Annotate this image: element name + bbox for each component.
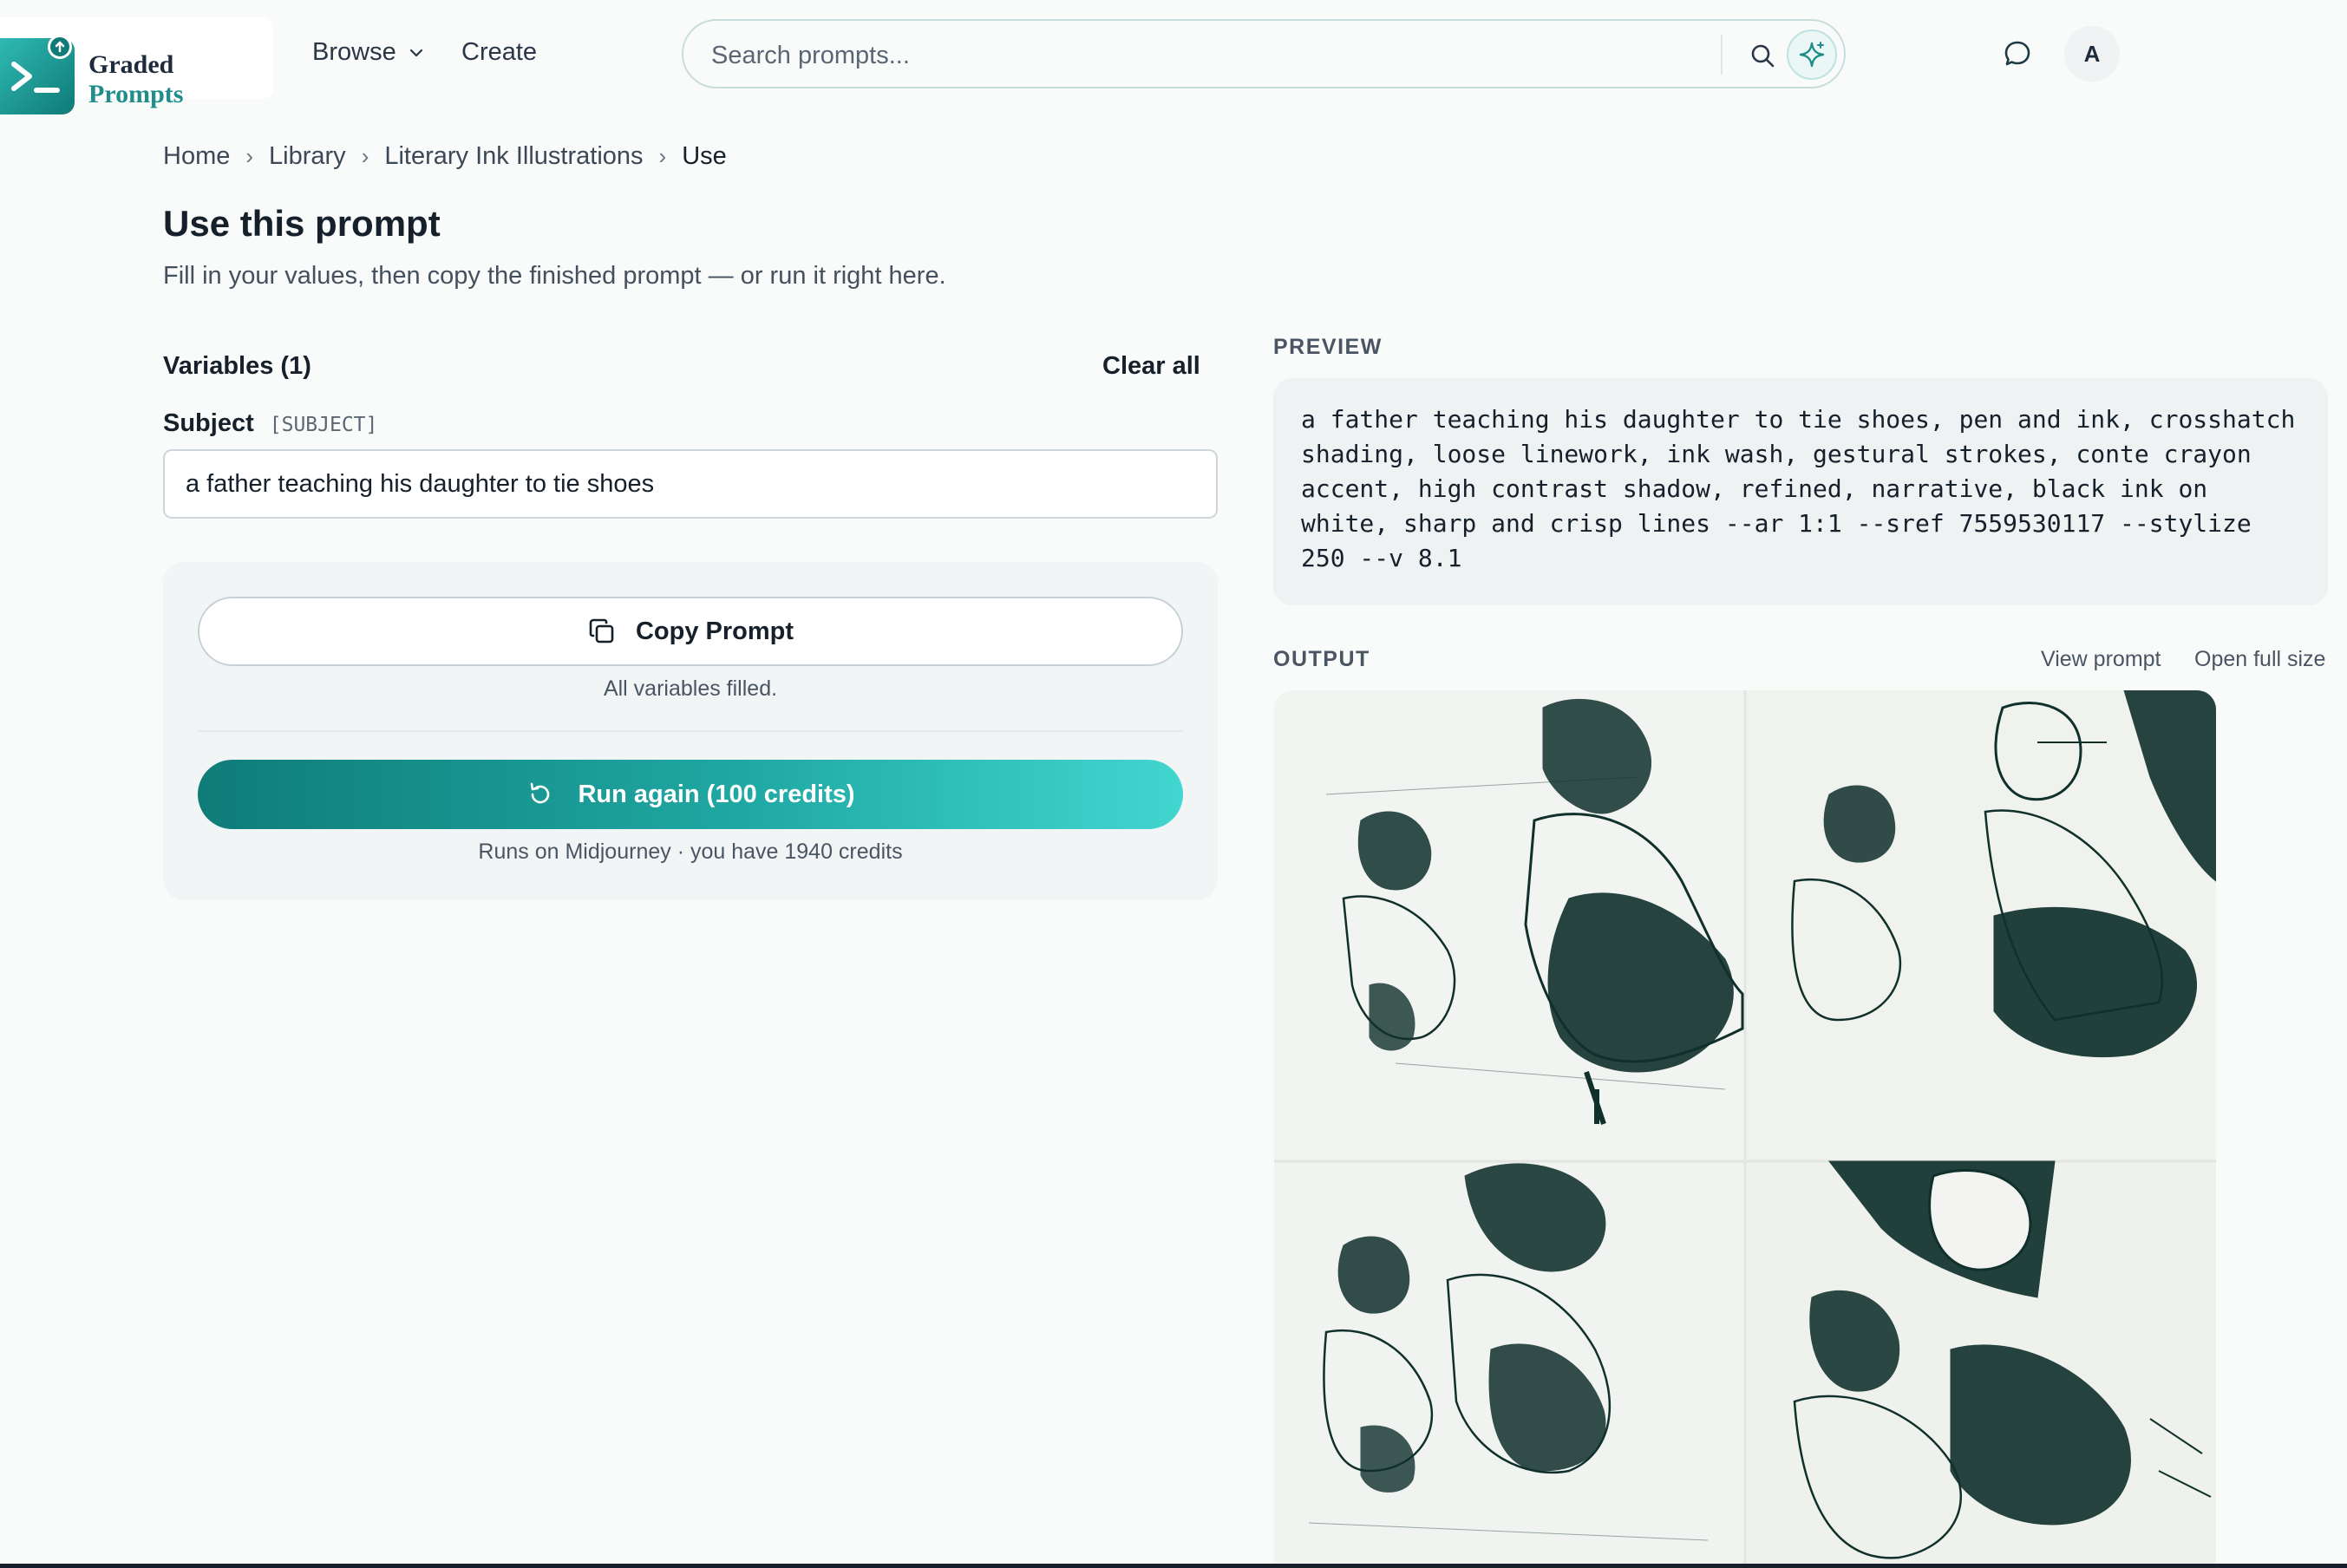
action-card: Copy Prompt All variables filled. Run ag… bbox=[163, 562, 1218, 900]
prompt-preview: a father teaching his daughter to tie sh… bbox=[1273, 378, 2328, 605]
breadcrumb-library[interactable]: Library bbox=[269, 142, 346, 171]
search-input[interactable]: Search prompts... bbox=[711, 42, 910, 70]
brand-name-line1: Graded bbox=[88, 50, 174, 79]
ai-search-button[interactable] bbox=[1787, 29, 1837, 80]
output-label: OUTPUT bbox=[1273, 647, 1370, 671]
open-full-size-link[interactable]: Open full size bbox=[2194, 647, 2325, 672]
upload-badge-icon bbox=[48, 35, 72, 59]
nav-browse-menu[interactable]: Browse bbox=[312, 38, 426, 67]
user-avatar[interactable]: A bbox=[2064, 26, 2120, 82]
breadcrumb-home[interactable]: Home bbox=[163, 142, 230, 171]
chevron-right-icon: › bbox=[658, 143, 667, 169]
card-divider bbox=[198, 730, 1183, 732]
chevron-right-icon: › bbox=[245, 143, 254, 169]
brand-name: Graded Prompts bbox=[88, 50, 183, 109]
subject-field-label: Subject [SUBJECT] bbox=[163, 409, 377, 438]
search-bar[interactable]: Search prompts... bbox=[682, 19, 1846, 88]
run-again-button[interactable]: Run again (100 credits) bbox=[198, 760, 1183, 829]
subject-variable-key: [SUBJECT] bbox=[269, 414, 378, 436]
page-title: Use this prompt bbox=[163, 203, 441, 244]
run-again-label: Run again (100 credits) bbox=[578, 780, 855, 808]
message-icon[interactable] bbox=[1998, 35, 2036, 73]
chevron-right-icon: › bbox=[361, 143, 369, 169]
page-subtitle: Fill in your values, then copy the finis… bbox=[163, 262, 946, 290]
clear-all-button[interactable]: Clear all bbox=[1102, 352, 1200, 381]
copy-prompt-label: Copy Prompt bbox=[635, 617, 794, 645]
view-prompt-link[interactable]: View prompt bbox=[2041, 647, 2161, 672]
refresh-icon bbox=[531, 782, 550, 804]
copy-icon bbox=[589, 618, 614, 644]
top-navigation: Graded Prompts Browse Create Search prom… bbox=[0, 0, 2347, 114]
nav-browse-label: Browse bbox=[312, 38, 396, 66]
brand-logo[interactable]: Graded Prompts bbox=[0, 17, 273, 114]
sparkle-icon bbox=[1799, 42, 1825, 68]
search-divider bbox=[1721, 35, 1723, 75]
subject-label: Subject bbox=[163, 409, 254, 437]
breadcrumb: Home › Library › Literary Ink Illustrati… bbox=[163, 142, 727, 171]
variables-status: All variables filled. bbox=[603, 676, 778, 701]
subject-input[interactable] bbox=[163, 449, 1218, 519]
copy-prompt-button[interactable]: Copy Prompt bbox=[198, 597, 1183, 666]
breadcrumb-collection[interactable]: Literary Ink Illustrations bbox=[384, 142, 643, 171]
chevron-down-icon bbox=[409, 49, 422, 56]
credits-note: Runs on Midjourney · you have 1940 credi… bbox=[478, 840, 903, 864]
window-bottom-edge bbox=[0, 1564, 2347, 1568]
variables-heading: Variables (1) bbox=[163, 352, 311, 380]
search-icon[interactable] bbox=[1743, 36, 1781, 75]
preview-label: PREVIEW bbox=[1273, 335, 1383, 359]
brand-name-line2: Prompts bbox=[88, 80, 184, 108]
breadcrumb-current: Use bbox=[682, 142, 727, 170]
nav-create-link[interactable]: Create bbox=[461, 38, 537, 67]
output-image-grid[interactable] bbox=[1274, 690, 2216, 1568]
